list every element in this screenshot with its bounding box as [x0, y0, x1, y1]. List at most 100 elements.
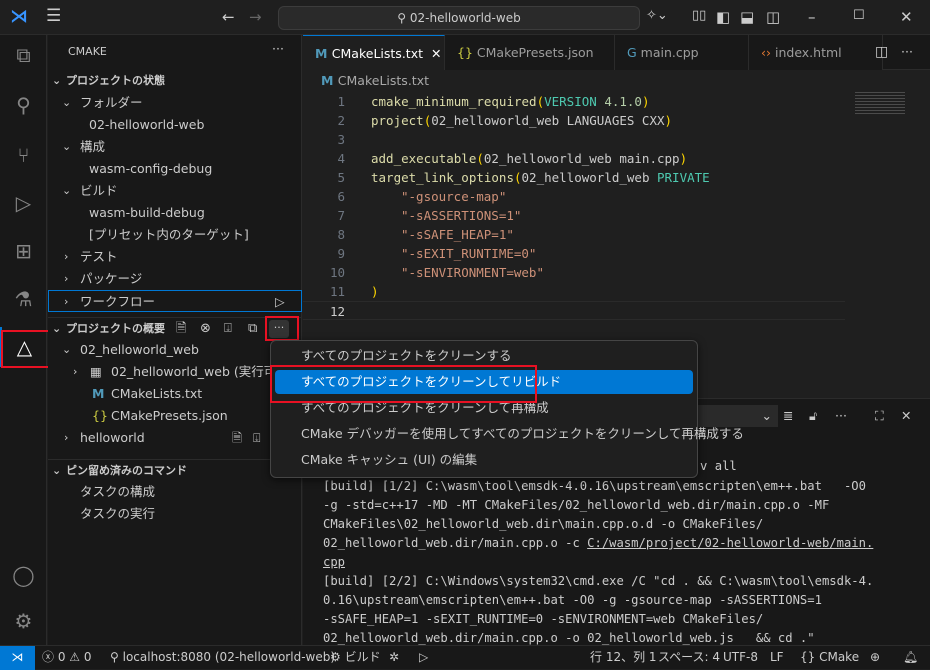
tree-executable[interactable]: › ▦ 02_helloworld_web (実行可能: [48, 361, 302, 383]
file-link[interactable]: cpp: [323, 553, 345, 572]
tree-project[interactable]: ⌄ 02_helloworld_web: [48, 339, 302, 361]
menu-item-clean-reconfigure-debugger[interactable]: CMake デバッガーを使用してすべてのプロジェクトをクリーンして再構成する: [275, 422, 744, 446]
cursor-position[interactable]: 行 12、列 1: [590, 646, 657, 669]
output-line: CMakeFiles\02_helloworld_web.dir\main.cp…: [323, 517, 764, 531]
file-link[interactable]: C:/wasm/project/02-helloworld-web/main.: [587, 536, 873, 550]
cmake-build-button[interactable]: ⚙ ビルド: [330, 646, 381, 669]
code-line: 7 "-sASSERTIONS=1": [337, 208, 522, 223]
tree-label: 02_helloworld_web: [80, 342, 199, 357]
more-actions-icon[interactable]: ···: [272, 41, 284, 56]
close-icon[interactable]: ✕: [431, 46, 441, 61]
tree-helloworld[interactable]: › helloworld 🗎 ⍗: [48, 427, 302, 449]
menu-item-edit-cache[interactable]: CMake キャッシュ (UI) の編集: [275, 448, 693, 472]
minimap[interactable]: [855, 92, 905, 114]
testing-icon[interactable]: ⚗: [0, 279, 47, 319]
notifications-icon[interactable]: 🔔︎: [903, 646, 918, 669]
run-debug-icon[interactable]: ▷: [0, 183, 47, 223]
search-icon[interactable]: ⚲: [0, 85, 47, 125]
maximize-panel-icon[interactable]: ⛶: [875, 408, 884, 424]
copilot-status-icon[interactable]: ⊕: [870, 646, 880, 669]
gear-icon: ⚙: [330, 650, 345, 664]
clean-icon[interactable]: ⊗: [200, 318, 211, 340]
explorer-icon[interactable]: ⧉: [0, 35, 47, 75]
tree-workflow[interactable]: › ワークフロー ▷: [48, 290, 302, 312]
split-editor-icon[interactable]: ◫: [875, 44, 888, 60]
settings-icon[interactable]: ⚙: [0, 601, 47, 641]
section-pinned-commands[interactable]: ⌄ ピン留め済みのコマンド: [48, 459, 302, 481]
language-mode[interactable]: {} CMake: [800, 646, 859, 669]
section-label: プロジェクトの状態: [66, 74, 165, 87]
layout-icon[interactable]: ▯▯: [692, 8, 706, 23]
configure-icon[interactable]: 🗎: [176, 318, 186, 340]
tab-index-html[interactable]: ‹› index.html: [749, 35, 883, 70]
account-icon[interactable]: ◯: [0, 555, 47, 595]
code-line: 2 project(02_helloworld_web LANGUAGES CXX…: [337, 113, 673, 128]
configure-icon[interactable]: 🗎: [232, 427, 242, 449]
copilot-icon[interactable]: ✧⌄: [646, 8, 668, 23]
close-panel-icon[interactable]: ✕: [901, 408, 911, 423]
tree-label: CMakeLists.txt: [111, 386, 203, 401]
maximize-icon[interactable]: ☐: [853, 8, 865, 23]
build-icon[interactable]: ⍗: [253, 427, 261, 449]
tree-test[interactable]: › テスト: [48, 246, 302, 268]
warning-icon: ⚠: [69, 650, 84, 664]
tab-main-cpp[interactable]: G main.cpp: [615, 35, 749, 70]
cmake-file-icon: M: [321, 73, 338, 88]
tree-folder[interactable]: ⌄ フォルダー: [48, 92, 302, 114]
encoding[interactable]: UTF-8: [723, 646, 758, 669]
problems-indicator[interactable]: ⓧ 0 ⚠ 0: [42, 646, 92, 669]
minimize-icon[interactable]: –: [808, 8, 816, 26]
tab-cmakepresets[interactable]: {} CMakePresets.json: [445, 35, 615, 70]
tree-build-target[interactable]: [プリセット内のターゲット]: [48, 224, 302, 246]
indentation[interactable]: スペース: 4: [658, 646, 720, 669]
section-project-outline[interactable]: ⌄ プロジェクトの概要 🗎 ⊗ ⍗ ⧉ ···: [48, 317, 302, 339]
tree-label: テスト: [80, 249, 118, 264]
toggle-sidebar-icon[interactable]: ◧: [716, 8, 730, 26]
pinned-item[interactable]: タスクの実行: [48, 503, 302, 525]
title-bar: ⋊ ☰ ← → ⚲ 02-helloworld-web ✧⌄ ▯▯ ◧ ⬓ ◫ …: [0, 0, 930, 35]
output-line: -g -std=c++17 -MD -MT CMakeFiles/02_hell…: [323, 498, 830, 512]
tree-config[interactable]: ⌄ 構成: [48, 136, 302, 158]
tree-label: helloworld: [80, 430, 145, 445]
tree-folder-value[interactable]: 02-helloworld-web: [48, 114, 302, 136]
code-line-current: 12: [303, 301, 845, 320]
remote-icon[interactable]: ⋊: [0, 646, 35, 670]
run-icon[interactable]: ▷: [275, 291, 285, 313]
tree-build-value[interactable]: wasm-build-debug: [48, 202, 302, 224]
tree-package[interactable]: › パッケージ: [48, 268, 302, 290]
toggle-secondary-sidebar-icon[interactable]: ◫: [766, 8, 780, 26]
tree-presets[interactable]: {} CMakePresets.json: [48, 405, 302, 427]
back-icon[interactable]: ←: [222, 8, 235, 26]
breadcrumb[interactable]: M CMakeLists.txt: [303, 70, 930, 92]
command-center-search[interactable]: ⚲ 02-helloworld-web: [278, 6, 640, 30]
section-project-status[interactable]: ⌄ プロジェクトの状態: [48, 70, 302, 92]
code-line: 11): [329, 284, 379, 299]
code-line: 8 "-sSAFE_HEAP=1": [337, 227, 514, 242]
tree-config-value[interactable]: wasm-config-debug: [48, 158, 302, 180]
run-icon[interactable]: ▷: [419, 646, 428, 669]
clear-output-icon[interactable]: ≣: [783, 408, 793, 423]
pinned-item[interactable]: タスクの構成: [48, 481, 302, 503]
collapse-all-icon[interactable]: ⧉: [248, 318, 257, 340]
toggle-panel-icon[interactable]: ⬓: [740, 8, 754, 26]
eol[interactable]: LF: [770, 646, 784, 669]
tree-label: タスクの構成: [80, 484, 156, 499]
tree-build[interactable]: ⌄ ビルド: [48, 180, 302, 202]
more-actions-icon[interactable]: ···: [835, 408, 847, 423]
lock-scroll-icon[interactable]: 🔓︎: [809, 408, 817, 424]
code-line: 5 target_link_options(02_helloworld_web P…: [337, 170, 710, 185]
source-control-icon[interactable]: ⑂: [0, 135, 47, 175]
tab-cmakelists[interactable]: M CMakeLists.txt ✕: [303, 35, 445, 70]
extensions-icon[interactable]: ⊞: [0, 231, 47, 271]
tree-label: フォルダー: [80, 95, 143, 110]
forward-icon[interactable]: →: [249, 8, 262, 26]
debug-icon[interactable]: ✲: [389, 646, 399, 669]
close-icon[interactable]: ✕: [900, 8, 913, 26]
build-icon[interactable]: ⍗: [224, 318, 232, 340]
json-file-icon: {}: [92, 408, 108, 423]
plug-icon: ⚲: [110, 650, 123, 664]
more-actions-icon[interactable]: ···: [901, 44, 913, 59]
menu-icon[interactable]: ☰: [46, 6, 61, 26]
live-server-indicator[interactable]: ⚲ localhost:8080 (02-helloworld-web): [110, 646, 335, 669]
tree-cmakelists[interactable]: M CMakeLists.txt: [48, 383, 302, 405]
